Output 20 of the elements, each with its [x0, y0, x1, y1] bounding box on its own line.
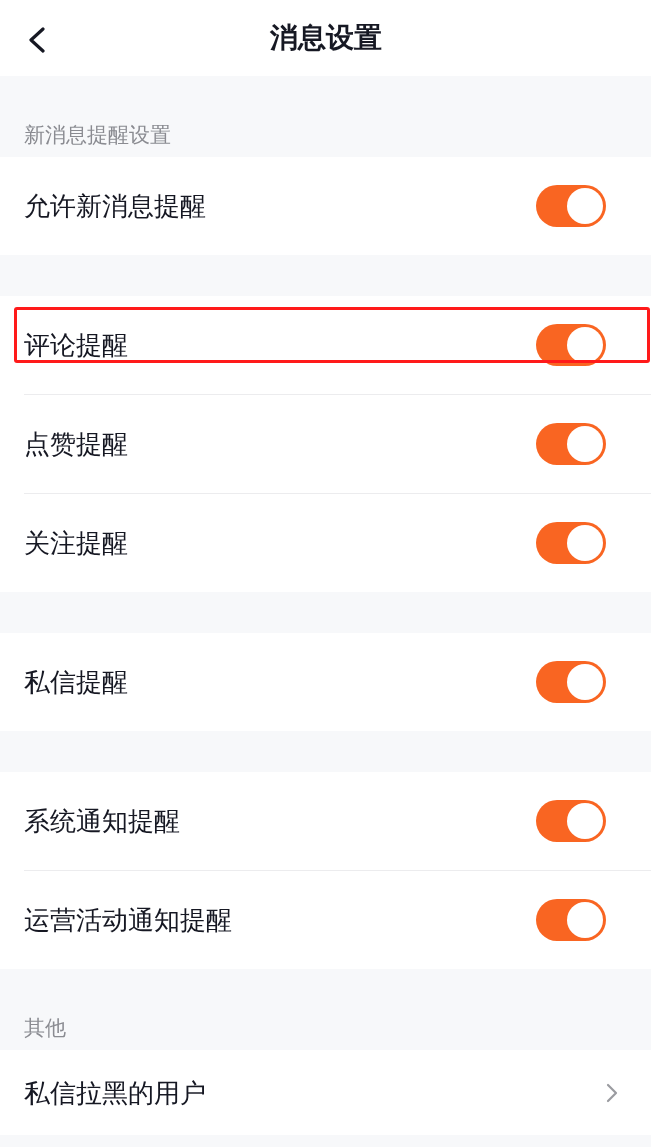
toggle-switch[interactable]	[536, 800, 606, 842]
setting-label: 系统通知提醒	[24, 808, 180, 834]
toggle-switch[interactable]	[536, 522, 606, 564]
setting-label: 点赞提醒	[24, 431, 128, 457]
section-label: 新消息提醒设置	[24, 124, 171, 145]
toggle-switch[interactable]	[536, 324, 606, 366]
setting-label: 关注提醒	[24, 530, 128, 556]
back-icon[interactable]	[28, 27, 46, 53]
chevron-right-icon	[606, 1082, 618, 1103]
setting-label: 评论提醒	[24, 332, 128, 358]
setting-label: 运营活动通知提醒	[24, 907, 232, 933]
menu-row[interactable]: 私信拉黑的用户	[0, 1050, 651, 1135]
page-title: 消息设置	[269, 24, 382, 52]
toggle-switch[interactable]	[536, 423, 606, 465]
toggle-switch[interactable]	[536, 899, 606, 941]
section-label: 其他	[24, 1017, 66, 1038]
toggle-switch[interactable]	[536, 185, 606, 227]
toggle-switch[interactable]	[536, 661, 606, 703]
setting-label: 允许新消息提醒	[24, 193, 206, 219]
setting-label: 私信提醒	[24, 669, 128, 695]
